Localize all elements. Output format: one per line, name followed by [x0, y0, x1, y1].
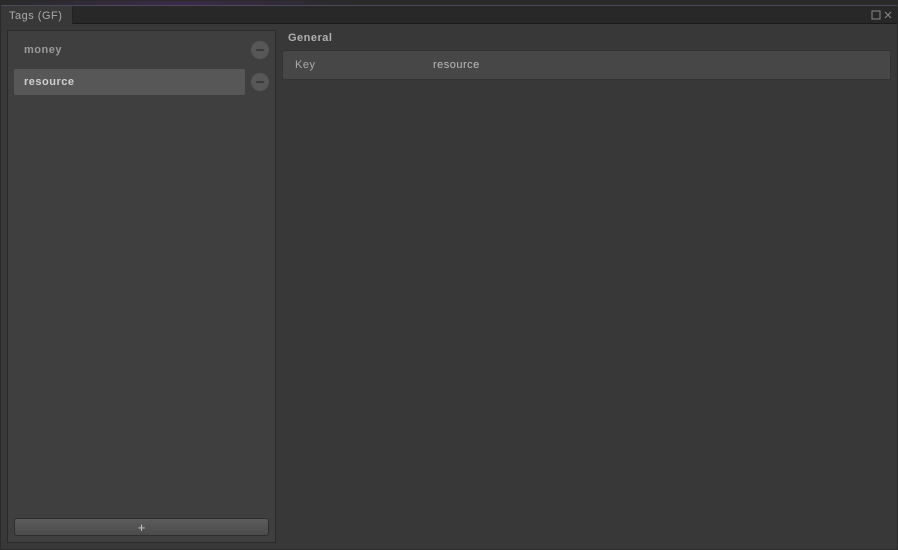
close-icon[interactable]: [883, 10, 893, 20]
tag-list: money resource: [14, 37, 269, 514]
tab-title: Tags (GF): [9, 10, 62, 22]
tag-row: resource: [14, 69, 269, 95]
tab-tags[interactable]: Tags (GF): [1, 6, 73, 24]
tag-item-money[interactable]: money: [14, 37, 245, 63]
tag-item-resource[interactable]: resource: [14, 69, 245, 95]
minus-icon: [256, 81, 264, 83]
remove-tag-button[interactable]: [251, 73, 269, 91]
remove-tag-button[interactable]: [251, 41, 269, 59]
tag-label: money: [24, 44, 62, 56]
tab-bar: Tags (GF): [1, 6, 897, 24]
property-row-key: Key resource: [282, 50, 891, 80]
section-header-general: General: [282, 30, 891, 50]
details-panel: General Key resource: [282, 30, 891, 543]
add-tag-button[interactable]: +: [14, 518, 269, 536]
maximize-icon[interactable]: [871, 10, 881, 20]
property-value-key[interactable]: resource: [433, 59, 878, 71]
property-label: Key: [295, 59, 425, 71]
tag-row: money: [14, 37, 269, 63]
minus-icon: [256, 49, 264, 51]
tags-window: Tags (GF) money: [0, 0, 898, 550]
window-controls: [871, 6, 897, 23]
tag-list-panel: money resource +: [7, 30, 276, 543]
main-area: money resource +: [1, 24, 897, 549]
tag-label: resource: [24, 76, 74, 88]
plus-icon: +: [138, 520, 146, 535]
